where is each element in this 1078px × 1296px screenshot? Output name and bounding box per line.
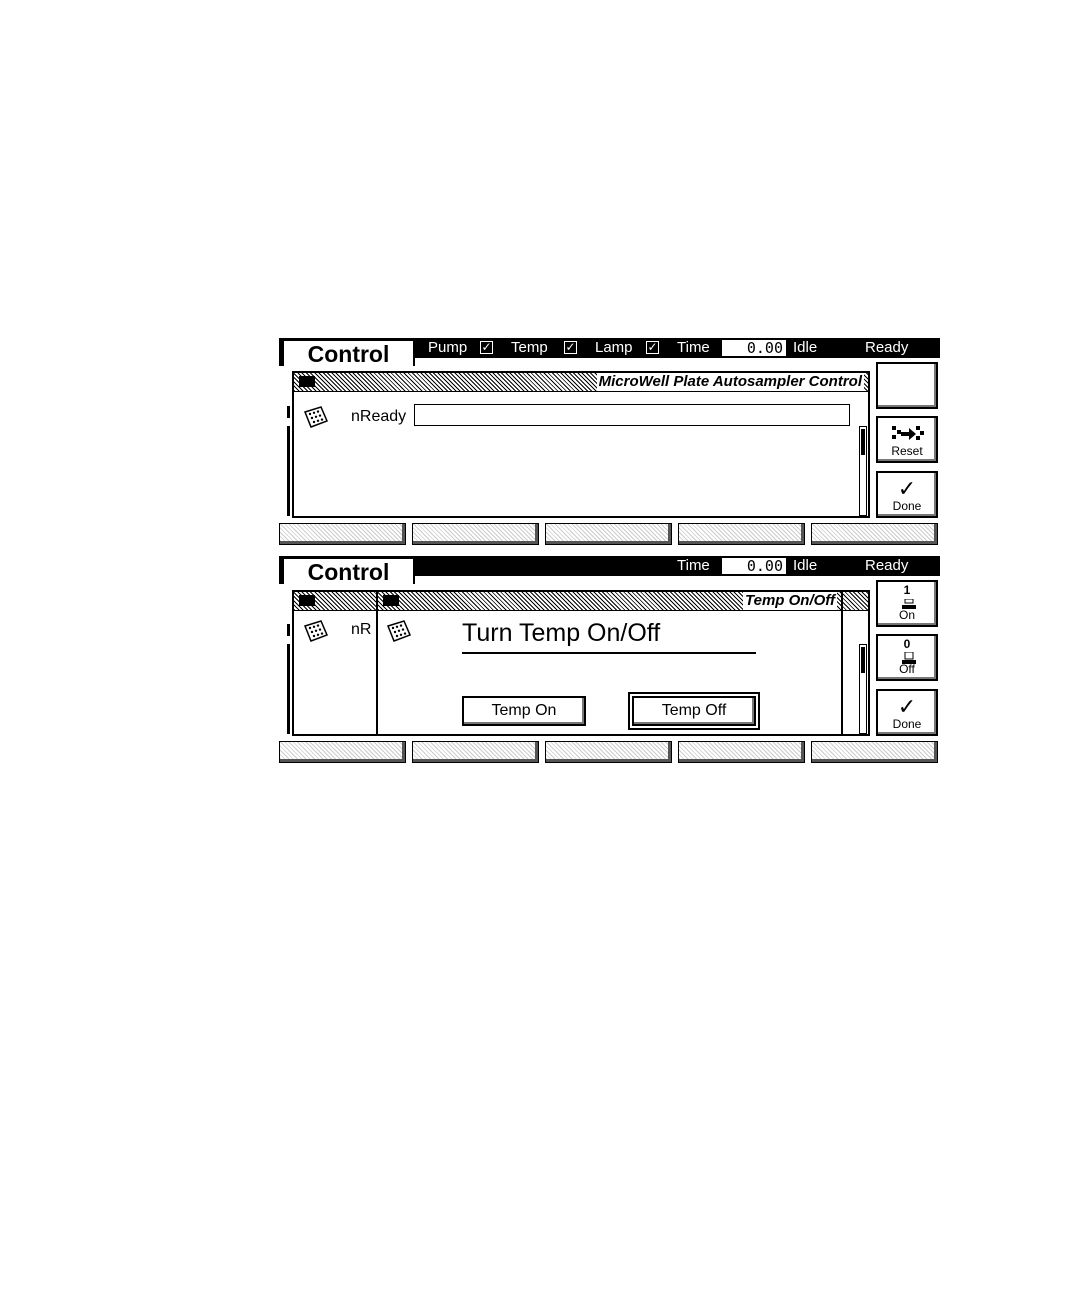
off-number: 0 xyxy=(903,637,911,651)
window-scrollbar[interactable] xyxy=(859,426,867,516)
system-state: Ready xyxy=(865,339,909,356)
window-menu-icon[interactable] xyxy=(299,376,315,387)
function-key-5[interactable] xyxy=(811,523,938,545)
time-label: Time xyxy=(677,339,710,356)
run-state: Idle xyxy=(793,557,818,574)
control-tab[interactable]: Control xyxy=(282,557,415,585)
temp-on-button[interactable]: Temp On xyxy=(462,696,586,726)
control-screen-2: Time 0.00 Idle Ready Control nR Temp On/… xyxy=(279,556,940,765)
window-titlebar[interactable]: MicroWell Plate Autosampler Control xyxy=(294,373,868,392)
well-plate-icon xyxy=(304,406,328,428)
left-edge-bar xyxy=(287,426,290,516)
function-key-3[interactable] xyxy=(545,741,672,763)
function-key-2[interactable] xyxy=(412,741,539,763)
function-key-5[interactable] xyxy=(811,741,938,763)
off-softkey[interactable]: 0 Off xyxy=(876,634,938,681)
run-state: Idle xyxy=(793,339,818,356)
softkey-blank[interactable] xyxy=(876,362,938,409)
temp-on-off-dialog: Temp On/Off Turn Temp On/Off Temp On Tem… xyxy=(376,590,843,736)
done-softkey[interactable]: ✓ Done xyxy=(876,471,938,518)
dialog-titlebar[interactable]: Temp On/Off xyxy=(378,592,841,611)
function-key-1[interactable] xyxy=(279,741,406,763)
done-label: Done xyxy=(892,499,922,513)
nready-label: nReady xyxy=(351,408,407,425)
time-label: Time xyxy=(677,557,710,574)
control-tab[interactable]: Control xyxy=(282,339,415,367)
function-key-2[interactable] xyxy=(412,523,539,545)
time-value: 0.00 xyxy=(722,558,786,574)
on-number: 1 xyxy=(903,583,911,597)
well-plate-icon xyxy=(387,620,411,642)
temp-checkbox[interactable]: ✓ xyxy=(564,341,577,354)
scrollbar-thumb[interactable] xyxy=(861,429,865,455)
temp-label: Temp xyxy=(511,339,548,356)
function-key-3[interactable] xyxy=(545,523,672,545)
done-softkey[interactable]: ✓ Done xyxy=(876,689,938,736)
nready-field[interactable] xyxy=(414,404,850,426)
window-scrollbar[interactable] xyxy=(859,644,867,734)
off-label: Off xyxy=(899,662,915,676)
temp-off-button[interactable]: Temp Off xyxy=(628,692,760,730)
on-label: On xyxy=(898,608,915,622)
on-softkey[interactable]: 1 On xyxy=(876,580,938,627)
system-state: Ready xyxy=(865,557,909,574)
reset-softkey[interactable]: Reset xyxy=(876,416,938,463)
window-title: MicroWell Plate Autosampler Control xyxy=(596,373,864,391)
control-screen-1: Pump ✓ Temp ✓ Lamp ✓ Time 0.00 Idle Read… xyxy=(279,338,940,547)
function-key-4[interactable] xyxy=(678,523,805,545)
left-edge-mark xyxy=(287,406,290,418)
left-edge-mark xyxy=(287,624,290,636)
nready-label-partial: nR xyxy=(351,621,372,638)
window-menu-icon[interactable] xyxy=(299,595,315,606)
reset-label: Reset xyxy=(891,444,923,458)
lamp-label: Lamp xyxy=(595,339,633,356)
autosampler-control-window: MicroWell Plate Autosampler Control nRea… xyxy=(292,371,870,518)
left-edge-bar xyxy=(287,644,290,734)
function-key-1[interactable] xyxy=(279,523,406,545)
function-key-4[interactable] xyxy=(678,741,805,763)
pump-checkbox[interactable]: ✓ xyxy=(480,341,493,354)
heading-underline xyxy=(462,652,756,654)
dialog-title: Temp On/Off xyxy=(743,592,837,610)
well-plate-icon xyxy=(304,620,328,642)
lamp-checkbox[interactable]: ✓ xyxy=(646,341,659,354)
pump-label: Pump xyxy=(428,339,468,356)
time-value: 0.00 xyxy=(722,340,786,356)
dialog-heading: Turn Temp On/Off xyxy=(462,619,661,647)
reset-icon xyxy=(892,426,924,440)
scrollbar-thumb[interactable] xyxy=(861,647,865,673)
done-label: Done xyxy=(892,717,922,731)
dialog-menu-icon[interactable] xyxy=(383,595,399,606)
